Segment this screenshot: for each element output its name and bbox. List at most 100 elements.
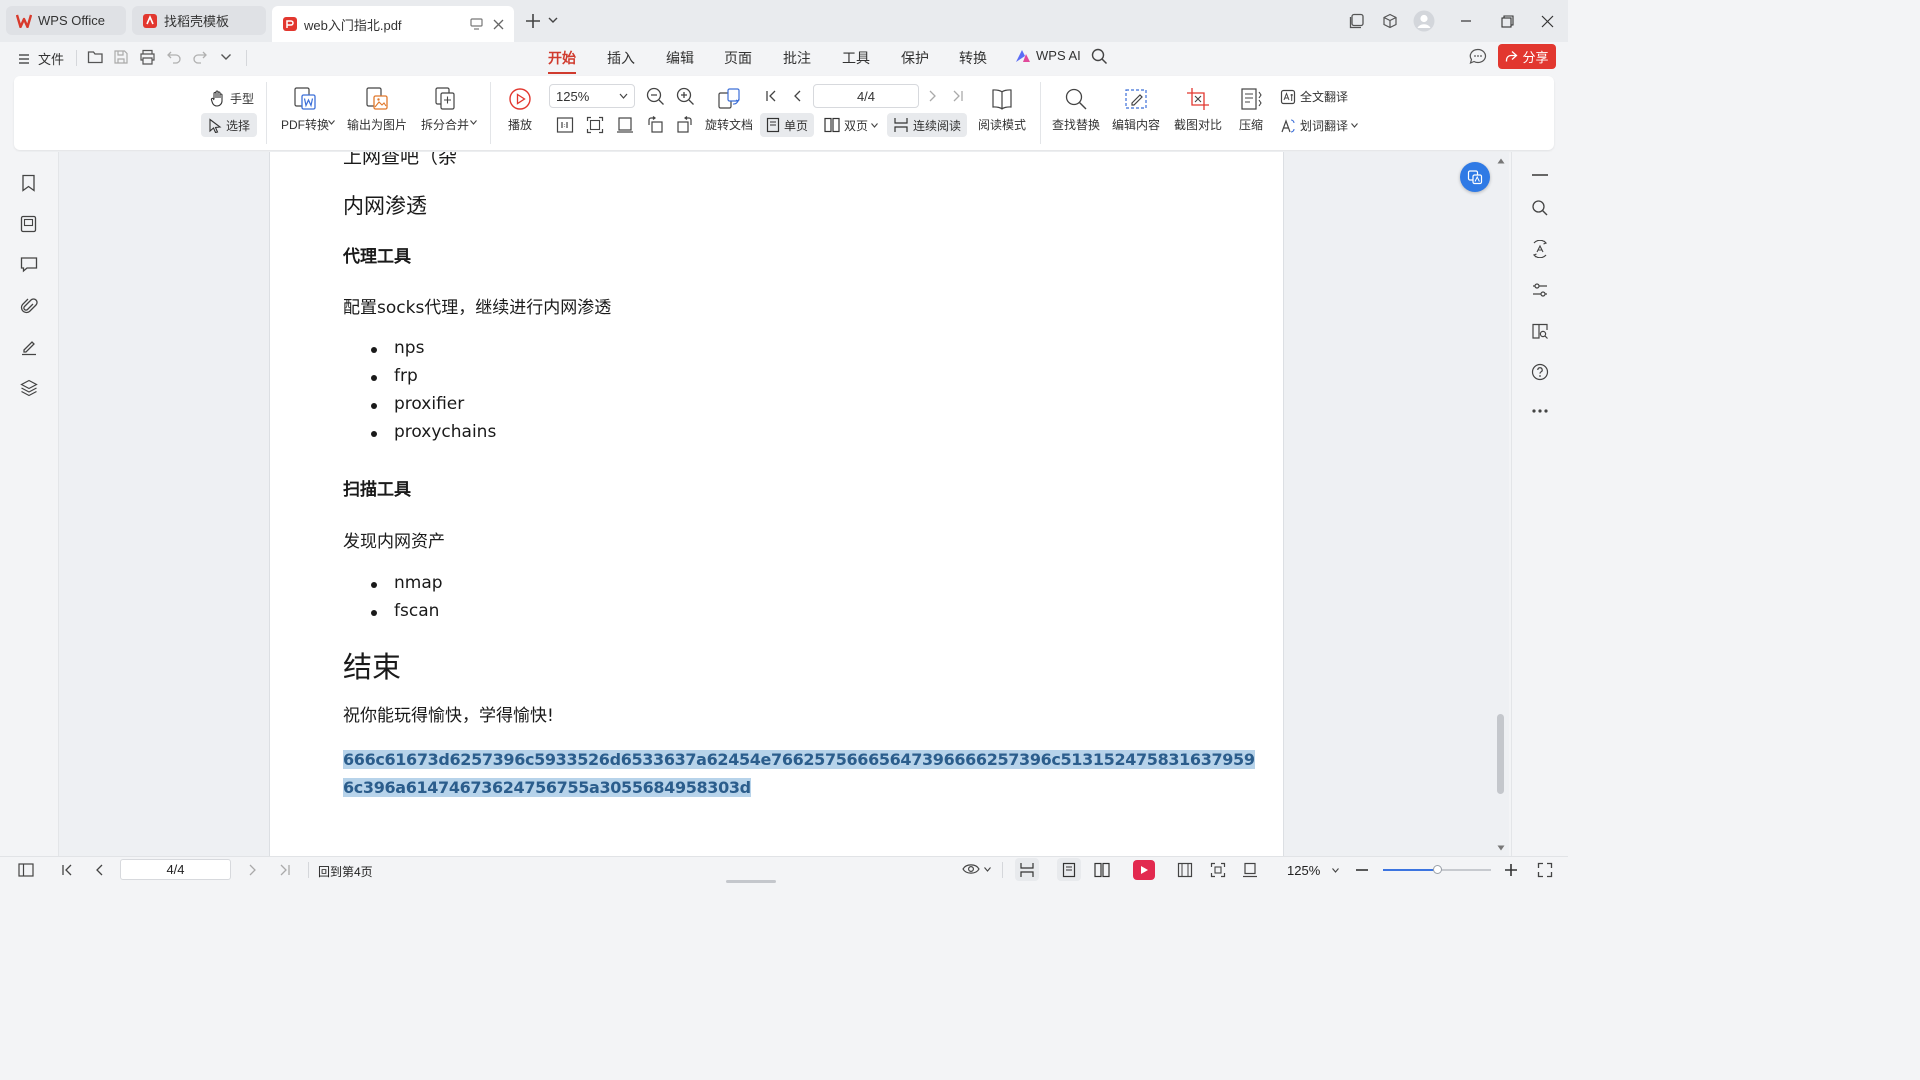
cube-icon[interactable]: [1379, 10, 1401, 32]
redo-icon[interactable]: [192, 49, 208, 65]
pdf-convert-button[interactable]: PDF转换: [276, 86, 334, 133]
help-icon[interactable]: [1531, 363, 1549, 381]
fit-page-icon[interactable]: [1210, 862, 1226, 878]
rotate-document-button[interactable]: 旋转文档: [704, 86, 754, 133]
menu-page[interactable]: 页面: [724, 48, 752, 68]
selected-hash-line-1[interactable]: 666c61673d6257396c5933526d6533637a62454e…: [343, 750, 1255, 769]
share-button[interactable]: 分享: [1498, 44, 1556, 69]
thumbnail-icon[interactable]: [20, 215, 37, 233]
split-merge-button[interactable]: 拆分合并: [416, 86, 474, 133]
edit-content-button[interactable]: 编辑内容: [1110, 86, 1162, 133]
more-options-icon[interactable]: [1531, 408, 1549, 414]
double-page-button[interactable]: 双页: [822, 113, 880, 137]
continuous-view-button[interactable]: [1015, 858, 1039, 881]
monitor-icon[interactable]: [470, 18, 483, 30]
last-page-icon[interactable]: [278, 863, 292, 877]
last-page-icon[interactable]: [951, 89, 965, 103]
close-window-icon[interactable]: [1536, 10, 1558, 32]
fit-page-icon[interactable]: [586, 116, 604, 134]
tab-pdf-document[interactable]: web入门指北.pdf: [272, 6, 514, 42]
menu-edit[interactable]: 编辑: [666, 48, 694, 68]
menu-insert[interactable]: 插入: [607, 48, 635, 68]
actual-size-icon[interactable]: [1242, 862, 1258, 878]
chevron-down-icon[interactable]: [548, 16, 558, 24]
fit-width-icon[interactable]: [1177, 862, 1193, 878]
next-page-icon[interactable]: [925, 89, 939, 103]
print-icon[interactable]: [139, 49, 156, 65]
signature-icon[interactable]: [20, 338, 38, 356]
menu-protect[interactable]: 保护: [901, 48, 929, 68]
tab-wps-office[interactable]: WPS Office: [6, 6, 126, 35]
sidebar-toggle-icon[interactable]: [18, 863, 34, 877]
single-page-view-button[interactable]: [1057, 858, 1081, 881]
hash-text-block[interactable]: 666c61673d6257396c5933526d6533637a62454e…: [343, 746, 1255, 802]
zoom-level-select[interactable]: 125%: [1287, 863, 1340, 878]
view-eye-button[interactable]: [962, 862, 991, 876]
first-page-icon[interactable]: [764, 89, 778, 103]
compress-button[interactable]: 压缩: [1232, 86, 1270, 133]
selected-hash-line-2[interactable]: 6c396a61474673624756755a3055684958303d: [343, 778, 751, 797]
quick-access-more-icon[interactable]: [220, 53, 232, 61]
export-image-button[interactable]: 输出为图片: [344, 86, 410, 133]
chat-icon[interactable]: [1469, 48, 1487, 65]
fit-width-icon[interactable]: [616, 116, 634, 134]
rotate-right-icon[interactable]: [676, 116, 694, 134]
attachment-icon[interactable]: [20, 297, 38, 315]
wps-ai-button[interactable]: WPS AI: [1015, 48, 1081, 63]
play-button[interactable]: 播放: [502, 86, 538, 133]
floating-translate-button[interactable]: [1460, 162, 1490, 192]
rotate-left-icon[interactable]: [646, 116, 664, 134]
menu-convert[interactable]: 转换: [959, 48, 987, 68]
zoom-slider-track[interactable]: [1383, 865, 1491, 874]
scroll-up-arrow[interactable]: [1497, 158, 1505, 164]
fullscreen-icon[interactable]: [1537, 862, 1553, 878]
menu-tools[interactable]: 工具: [842, 48, 870, 68]
undo-icon[interactable]: [166, 49, 182, 65]
horizontal-scroll-indicator[interactable]: [726, 880, 776, 883]
first-page-icon[interactable]: [60, 863, 74, 877]
translate-icon[interactable]: [1531, 240, 1549, 258]
restore-icon[interactable]: [1496, 10, 1518, 32]
zoom-slider-thumb[interactable]: [1433, 865, 1442, 874]
open-folder-icon[interactable]: [87, 49, 104, 65]
search-icon[interactable]: [1531, 199, 1549, 217]
page-number-field[interactable]: 4/4: [120, 859, 231, 880]
next-page-icon[interactable]: [245, 863, 259, 877]
scroll-down-arrow[interactable]: [1497, 845, 1505, 851]
document-viewport[interactable]: 上网查吧（杂 内网渗透 代理工具 配置socks代理，继续进行内网渗透 nps …: [59, 152, 1509, 856]
screenshot-compare-button[interactable]: 截图对比: [1172, 86, 1224, 133]
new-tab-icon[interactable]: [524, 12, 542, 30]
previous-page-icon[interactable]: [791, 89, 805, 103]
select-tool-button[interactable]: 选择: [201, 113, 258, 137]
double-page-icon[interactable]: [1094, 862, 1110, 878]
minimize-icon[interactable]: [1455, 10, 1477, 32]
vertical-scrollbar-thumb[interactable]: [1497, 714, 1504, 794]
bookmark-icon[interactable]: [20, 174, 37, 192]
actual-size-icon[interactable]: [556, 116, 574, 134]
book-search-icon[interactable]: [1531, 322, 1549, 340]
word-translate-button[interactable]: 划词翻译: [1280, 117, 1358, 134]
zoom-out-icon[interactable]: [646, 87, 665, 106]
zoom-out-icon[interactable]: [1355, 863, 1369, 877]
back-to-page-link[interactable]: 回到第4页: [318, 863, 373, 880]
hand-tool-button[interactable]: 手型: [206, 88, 258, 108]
save-icon[interactable]: [113, 49, 129, 65]
find-replace-button[interactable]: 查找替换: [1050, 86, 1102, 133]
comment-icon[interactable]: [20, 256, 38, 273]
page-number-input[interactable]: 4/4: [813, 84, 919, 108]
sliders-icon[interactable]: [1531, 281, 1549, 299]
menu-annotate[interactable]: 批注: [783, 48, 811, 68]
menu-start[interactable]: 开始: [548, 48, 576, 74]
zoom-in-icon[interactable]: [1504, 863, 1518, 877]
tab-template[interactable]: 找稻壳模板: [132, 6, 266, 35]
close-tab-icon[interactable]: [493, 19, 504, 30]
search-icon[interactable]: [1091, 48, 1108, 65]
zoom-select[interactable]: 125%: [549, 84, 635, 108]
collapse-handle[interactable]: [1532, 174, 1548, 176]
play-slideshow-button[interactable]: [1133, 860, 1155, 880]
single-page-button[interactable]: 单页: [760, 113, 815, 137]
avatar[interactable]: [1413, 10, 1435, 32]
file-menu[interactable]: 文件: [18, 49, 64, 68]
previous-page-icon[interactable]: [93, 863, 107, 877]
window-switch-icon[interactable]: [1346, 10, 1368, 32]
